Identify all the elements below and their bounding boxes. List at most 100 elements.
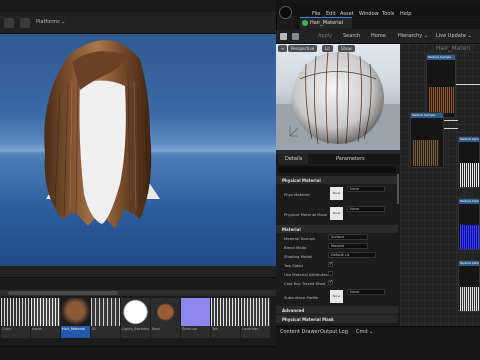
section-label: Physical Material Mask: [282, 317, 334, 322]
blend-mode-dropdown[interactable]: Masked: [328, 243, 368, 249]
details-search-input[interactable]: [278, 166, 396, 173]
graph-node[interactable]: Texture Sample: [426, 54, 456, 118]
asset-tile-selected[interactable]: Hair_Material: [61, 298, 90, 338]
unreal-editor: Platforms ⌄ Color depth Hair_Material ID…: [0, 0, 480, 360]
backdrop-thumbnail: [121, 298, 150, 326]
hierarchy-button[interactable]: Hierarchy ⌄: [398, 33, 428, 39]
cmd-button[interactable]: Cmd ⌄: [356, 329, 373, 335]
prop-blend-mode: Blend Mode: [284, 245, 307, 250]
material-editor-menubar: File Edit Asset Window Tools Help: [276, 4, 480, 17]
graph-node[interactable]: Texture Sample: [458, 198, 480, 250]
scrollbar-thumb[interactable]: [8, 291, 118, 295]
graph-node-title: Texture Sample: [459, 199, 479, 204]
asset-label: depth: [32, 327, 43, 331]
browse-icon[interactable]: [292, 33, 299, 40]
texture-thumbnail: [241, 298, 270, 326]
graph-wire: [444, 120, 458, 121]
asset-label: Lights_Backdrop: [122, 327, 149, 331]
prop-cast-ray-traced-shadows: Cast Ray Traced Shad: [284, 281, 326, 286]
node-preview: [460, 163, 479, 187]
prop-material-domain: Material Domain: [284, 236, 316, 241]
graph-node-title: Texture Sample: [459, 137, 479, 142]
phys-mask-dropdown[interactable]: None: [347, 206, 385, 212]
platforms-button[interactable]: Platforms ⌄: [36, 19, 65, 25]
show-button[interactable]: Show: [338, 45, 355, 52]
material-domain-dropdown[interactable]: Surface: [328, 234, 368, 240]
asset-label: Color: [2, 327, 12, 331]
two-sided-checkbox[interactable]: [328, 261, 333, 267]
phys-material-thumbnail[interactable]: None: [330, 187, 343, 200]
section-label: Physical Material: [282, 178, 321, 183]
save-icon[interactable]: [4, 18, 14, 28]
prop-use-material-attributes: Use Material Attributes: [284, 272, 328, 277]
apply-button[interactable]: Apply: [318, 33, 332, 39]
asset-tile[interactable]: ID: [91, 298, 120, 338]
texture-thumbnail: [91, 298, 120, 326]
graph-node-title: Texture Sample: [427, 55, 455, 60]
use-material-attributes-checkbox[interactable]: [328, 271, 333, 276]
tab-details-label: Details: [285, 156, 303, 162]
material-tab-icon: [302, 20, 308, 26]
texture-thumbnail: [1, 298, 30, 326]
home-button[interactable]: Home: [371, 33, 386, 39]
viewport-options-button[interactable]: ≡: [278, 45, 288, 52]
perspective-button[interactable]: Perspective: [288, 45, 318, 52]
node-preview: [413, 140, 439, 166]
live-update-button[interactable]: Live Update ⌄: [436, 33, 472, 39]
tab-parameters[interactable]: Parameters: [336, 156, 365, 162]
level-viewport[interactable]: [0, 34, 276, 266]
asset-label: Hair_Material: [62, 327, 86, 331]
texture-thumbnail: [211, 298, 240, 326]
material-preview-viewport[interactable]: [276, 44, 400, 150]
preview-sphere: [276, 51, 400, 150]
asset-label: ID: [92, 327, 96, 331]
graph-watermark-title: Hair_Materi: [436, 45, 471, 52]
search-button[interactable]: Search: [343, 33, 360, 39]
graph-node[interactable]: Texture Sample: [410, 112, 444, 168]
mesh-thumbnail: [151, 298, 180, 326]
asset-tile[interactable]: Root: [151, 298, 180, 338]
node-preview: [460, 225, 479, 249]
phys-mask-thumbnail[interactable]: None: [330, 207, 343, 220]
node-preview: [460, 287, 479, 311]
graph-wire: [444, 128, 458, 129]
asset-tile[interactable]: Tan: [211, 298, 240, 338]
graph-node[interactable]: Texture Sample: [458, 260, 480, 312]
asset-tile[interactable]: Specular: [181, 298, 210, 338]
cast-ray-traced-shadows-checkbox[interactable]: [328, 279, 333, 285]
texture-thumbnail: [31, 298, 60, 326]
asset-tile[interactable]: depth: [31, 298, 60, 338]
graph-node-title: Texture Sample: [459, 261, 479, 266]
phys-material-dropdown[interactable]: None: [347, 186, 385, 192]
material-graph[interactable]: Texture Sample Texture Sample Texture Sa…: [400, 44, 480, 326]
unreal-logo-icon: [279, 6, 292, 19]
prop-subsurface-profile: Subsurface Profile: [284, 295, 319, 300]
graph-node-title: Texture Sample: [411, 113, 443, 118]
asset-label: Lavender: [242, 327, 259, 331]
graph-node[interactable]: Texture Sample: [458, 136, 480, 188]
asset-tile[interactable]: Color: [1, 298, 30, 338]
asset-tile[interactable]: Lavender: [241, 298, 270, 338]
prop-phys-material: Phys Material: [284, 192, 310, 197]
output-log-button[interactable]: Output Log: [320, 329, 348, 335]
content-browser-tabs: [0, 266, 276, 278]
asset-tile[interactable]: Lights_Backdrop: [121, 298, 150, 338]
tab-title: Hair_Material: [310, 20, 344, 26]
asset-label: Tan: [212, 327, 218, 331]
prop-phys-material-mask: Physical Material Mask: [284, 212, 328, 217]
save-icon[interactable]: [280, 33, 287, 40]
asset-label: Root: [152, 327, 160, 331]
subsurface-profile-thumbnail[interactable]: None: [330, 290, 343, 303]
prop-two-sided: Two Sided: [284, 263, 303, 268]
color-thumbnail: [181, 298, 210, 326]
subsurface-profile-dropdown[interactable]: None: [347, 289, 385, 295]
hair-preview-scene: [44, 40, 160, 230]
level-editor-toolbar: Platforms ⌄: [0, 12, 276, 34]
content-drawer-button[interactable]: Content Drawer: [280, 329, 320, 335]
shading-model-dropdown[interactable]: Default Lit: [328, 252, 376, 258]
details-scrollbar[interactable]: [397, 174, 399, 204]
graph-wire: [456, 84, 480, 85]
material-thumbnail: [61, 298, 90, 326]
modes-icon[interactable]: [20, 18, 30, 28]
lit-button[interactable]: Lit: [322, 45, 333, 52]
